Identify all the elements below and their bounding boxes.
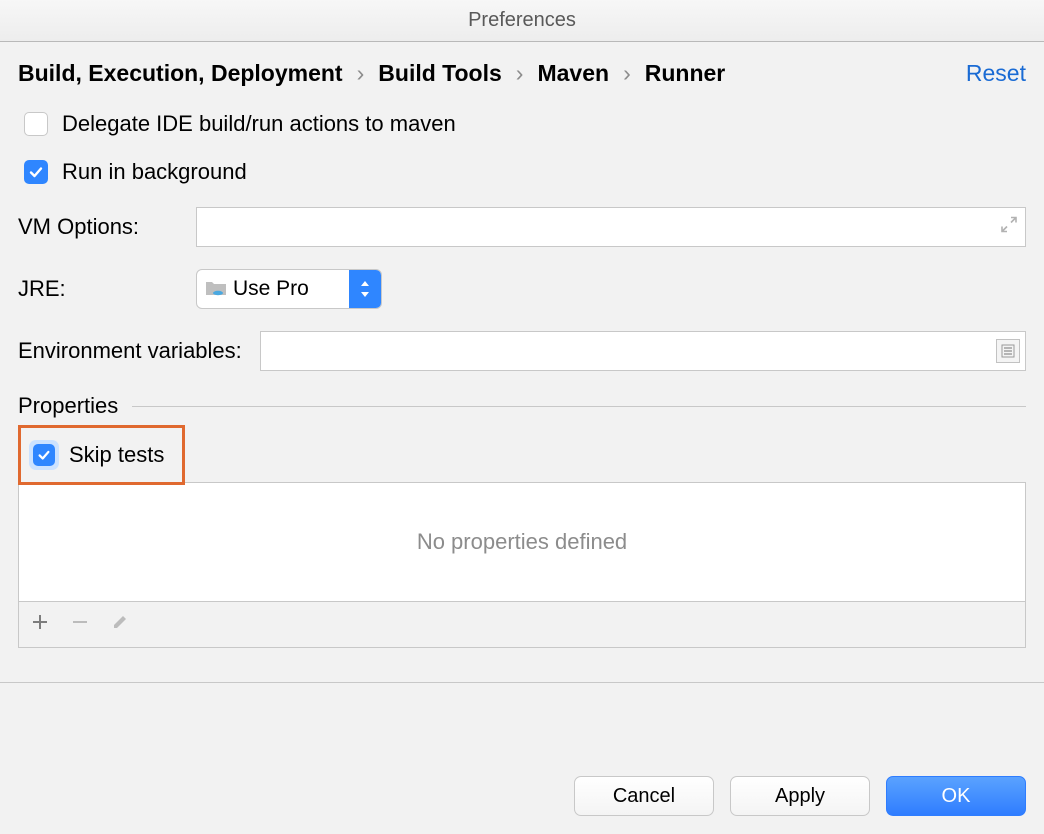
breadcrumb-item[interactable]: Maven — [537, 60, 609, 87]
check-icon — [28, 164, 44, 180]
properties-toolbar — [18, 602, 1026, 648]
reset-link[interactable]: Reset — [966, 60, 1026, 87]
skip-tests-checkbox[interactable] — [33, 444, 55, 466]
delegate-checkbox[interactable] — [24, 112, 48, 136]
list-icon — [1001, 344, 1015, 358]
env-input[interactable] — [260, 331, 1026, 371]
add-button[interactable] — [31, 613, 49, 636]
run-background-label: Run in background — [62, 159, 247, 185]
dropdown-stepper-icon — [349, 269, 381, 309]
env-label: Environment variables: — [18, 338, 242, 364]
jre-select[interactable]: Use Pro — [196, 269, 382, 309]
remove-button[interactable] — [71, 613, 89, 636]
breadcrumb-item[interactable]: Runner — [645, 60, 726, 87]
divider — [132, 406, 1026, 407]
vm-options-input[interactable] — [196, 207, 1026, 247]
breadcrumb-item[interactable]: Build, Execution, Deployment — [18, 60, 343, 87]
pencil-icon — [111, 613, 129, 631]
folder-icon — [205, 278, 227, 301]
skip-tests-label: Skip tests — [69, 442, 164, 468]
vm-options-label: VM Options: — [18, 214, 178, 240]
jre-selected-value: Use Pro — [233, 277, 349, 301]
properties-empty-text: No properties defined — [417, 529, 627, 555]
run-background-checkbox[interactable] — [24, 160, 48, 184]
ok-button[interactable]: OK — [886, 776, 1026, 816]
window-title: Preferences — [0, 0, 1044, 42]
breadcrumb: Build, Execution, Deployment › Build Too… — [18, 60, 725, 87]
chevron-right-icon: › — [623, 60, 631, 87]
chevron-right-icon: › — [516, 60, 524, 87]
jre-label: JRE: — [18, 276, 178, 302]
breadcrumb-item[interactable]: Build Tools — [378, 60, 502, 87]
check-icon — [37, 448, 51, 462]
apply-button[interactable]: Apply — [730, 776, 870, 816]
skip-tests-highlight: Skip tests — [18, 425, 185, 485]
delegate-label: Delegate IDE build/run actions to maven — [62, 111, 456, 137]
env-browse-button[interactable] — [996, 339, 1020, 363]
properties-list: No properties defined — [18, 482, 1026, 602]
chevron-right-icon: › — [357, 60, 365, 87]
plus-icon — [31, 613, 49, 631]
cancel-button[interactable]: Cancel — [574, 776, 714, 816]
minus-icon — [71, 613, 89, 631]
footer-divider — [0, 682, 1044, 683]
edit-button[interactable] — [111, 613, 129, 636]
properties-title: Properties — [18, 393, 118, 419]
